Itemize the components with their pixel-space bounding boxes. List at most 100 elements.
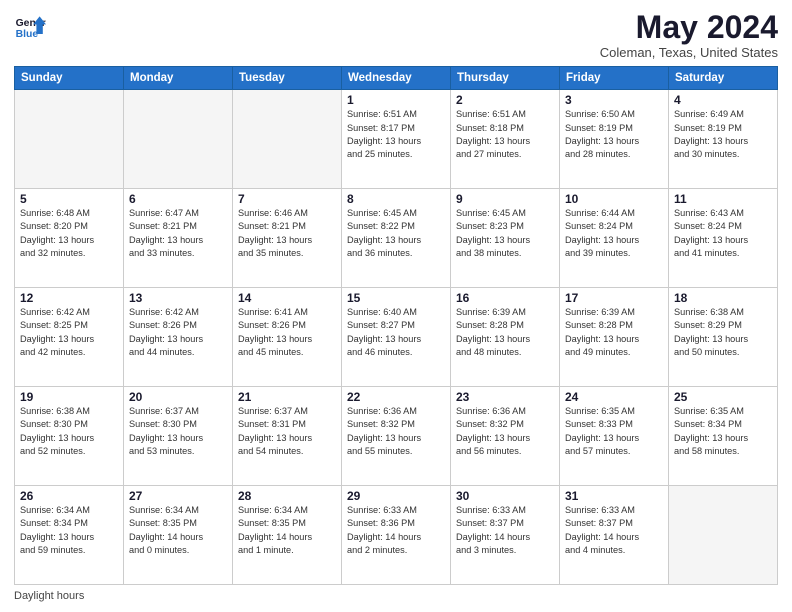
day-info: Sunrise: 6:41 AM Sunset: 8:26 PM Dayligh…	[238, 306, 336, 359]
day-info: Sunrise: 6:36 AM Sunset: 8:32 PM Dayligh…	[456, 405, 554, 458]
day-number: 9	[456, 192, 554, 206]
day-info: Sunrise: 6:45 AM Sunset: 8:23 PM Dayligh…	[456, 207, 554, 260]
day-info: Sunrise: 6:42 AM Sunset: 8:26 PM Dayligh…	[129, 306, 227, 359]
table-row: 10Sunrise: 6:44 AM Sunset: 8:24 PM Dayli…	[560, 189, 669, 288]
main-title: May 2024	[600, 10, 778, 45]
day-number: 4	[674, 93, 772, 107]
calendar-week-row: 26Sunrise: 6:34 AM Sunset: 8:34 PM Dayli…	[15, 486, 778, 585]
col-wednesday: Wednesday	[342, 67, 451, 90]
day-number: 1	[347, 93, 445, 107]
day-number: 19	[20, 390, 118, 404]
calendar-week-row: 12Sunrise: 6:42 AM Sunset: 8:25 PM Dayli…	[15, 288, 778, 387]
table-row: 23Sunrise: 6:36 AM Sunset: 8:32 PM Dayli…	[451, 387, 560, 486]
day-number: 17	[565, 291, 663, 305]
day-info: Sunrise: 6:33 AM Sunset: 8:37 PM Dayligh…	[565, 504, 663, 557]
table-row: 29Sunrise: 6:33 AM Sunset: 8:36 PM Dayli…	[342, 486, 451, 585]
table-row: 15Sunrise: 6:40 AM Sunset: 8:27 PM Dayli…	[342, 288, 451, 387]
table-row	[233, 90, 342, 189]
day-info: Sunrise: 6:37 AM Sunset: 8:30 PM Dayligh…	[129, 405, 227, 458]
day-info: Sunrise: 6:51 AM Sunset: 8:17 PM Dayligh…	[347, 108, 445, 161]
table-row: 22Sunrise: 6:36 AM Sunset: 8:32 PM Dayli…	[342, 387, 451, 486]
day-info: Sunrise: 6:47 AM Sunset: 8:21 PM Dayligh…	[129, 207, 227, 260]
table-row: 26Sunrise: 6:34 AM Sunset: 8:34 PM Dayli…	[15, 486, 124, 585]
day-info: Sunrise: 6:49 AM Sunset: 8:19 PM Dayligh…	[674, 108, 772, 161]
day-info: Sunrise: 6:39 AM Sunset: 8:28 PM Dayligh…	[565, 306, 663, 359]
day-info: Sunrise: 6:37 AM Sunset: 8:31 PM Dayligh…	[238, 405, 336, 458]
table-row: 5Sunrise: 6:48 AM Sunset: 8:20 PM Daylig…	[15, 189, 124, 288]
table-row: 30Sunrise: 6:33 AM Sunset: 8:37 PM Dayli…	[451, 486, 560, 585]
table-row: 7Sunrise: 6:46 AM Sunset: 8:21 PM Daylig…	[233, 189, 342, 288]
day-number: 2	[456, 93, 554, 107]
table-row: 14Sunrise: 6:41 AM Sunset: 8:26 PM Dayli…	[233, 288, 342, 387]
day-info: Sunrise: 6:45 AM Sunset: 8:22 PM Dayligh…	[347, 207, 445, 260]
col-sunday: Sunday	[15, 67, 124, 90]
col-thursday: Thursday	[451, 67, 560, 90]
table-row: 17Sunrise: 6:39 AM Sunset: 8:28 PM Dayli…	[560, 288, 669, 387]
calendar-week-row: 19Sunrise: 6:38 AM Sunset: 8:30 PM Dayli…	[15, 387, 778, 486]
day-number: 25	[674, 390, 772, 404]
table-row: 8Sunrise: 6:45 AM Sunset: 8:22 PM Daylig…	[342, 189, 451, 288]
day-info: Sunrise: 6:34 AM Sunset: 8:34 PM Dayligh…	[20, 504, 118, 557]
logo-icon: General Blue	[14, 10, 46, 42]
day-number: 21	[238, 390, 336, 404]
table-row: 3Sunrise: 6:50 AM Sunset: 8:19 PM Daylig…	[560, 90, 669, 189]
day-info: Sunrise: 6:33 AM Sunset: 8:36 PM Dayligh…	[347, 504, 445, 557]
day-number: 7	[238, 192, 336, 206]
col-monday: Monday	[124, 67, 233, 90]
day-info: Sunrise: 6:35 AM Sunset: 8:33 PM Dayligh…	[565, 405, 663, 458]
calendar-week-row: 5Sunrise: 6:48 AM Sunset: 8:20 PM Daylig…	[15, 189, 778, 288]
footer: Daylight hours	[14, 590, 778, 602]
day-number: 29	[347, 489, 445, 503]
day-number: 26	[20, 489, 118, 503]
day-number: 28	[238, 489, 336, 503]
table-row: 2Sunrise: 6:51 AM Sunset: 8:18 PM Daylig…	[451, 90, 560, 189]
title-block: May 2024 Coleman, Texas, United States	[600, 10, 778, 60]
day-info: Sunrise: 6:42 AM Sunset: 8:25 PM Dayligh…	[20, 306, 118, 359]
day-info: Sunrise: 6:43 AM Sunset: 8:24 PM Dayligh…	[674, 207, 772, 260]
calendar-table: Sunday Monday Tuesday Wednesday Thursday…	[14, 66, 778, 585]
col-tuesday: Tuesday	[233, 67, 342, 90]
table-row: 11Sunrise: 6:43 AM Sunset: 8:24 PM Dayli…	[669, 189, 778, 288]
table-row: 6Sunrise: 6:47 AM Sunset: 8:21 PM Daylig…	[124, 189, 233, 288]
table-row: 4Sunrise: 6:49 AM Sunset: 8:19 PM Daylig…	[669, 90, 778, 189]
footer-text: Daylight hours	[14, 590, 84, 602]
table-row	[124, 90, 233, 189]
day-info: Sunrise: 6:38 AM Sunset: 8:29 PM Dayligh…	[674, 306, 772, 359]
table-row: 31Sunrise: 6:33 AM Sunset: 8:37 PM Dayli…	[560, 486, 669, 585]
table-row: 18Sunrise: 6:38 AM Sunset: 8:29 PM Dayli…	[669, 288, 778, 387]
calendar-header-row: Sunday Monday Tuesday Wednesday Thursday…	[15, 67, 778, 90]
day-number: 5	[20, 192, 118, 206]
calendar-week-row: 1Sunrise: 6:51 AM Sunset: 8:17 PM Daylig…	[15, 90, 778, 189]
day-number: 20	[129, 390, 227, 404]
day-info: Sunrise: 6:38 AM Sunset: 8:30 PM Dayligh…	[20, 405, 118, 458]
day-info: Sunrise: 6:34 AM Sunset: 8:35 PM Dayligh…	[238, 504, 336, 557]
day-info: Sunrise: 6:33 AM Sunset: 8:37 PM Dayligh…	[456, 504, 554, 557]
day-info: Sunrise: 6:51 AM Sunset: 8:18 PM Dayligh…	[456, 108, 554, 161]
logo: General Blue	[14, 10, 46, 42]
day-info: Sunrise: 6:40 AM Sunset: 8:27 PM Dayligh…	[347, 306, 445, 359]
table-row: 28Sunrise: 6:34 AM Sunset: 8:35 PM Dayli…	[233, 486, 342, 585]
table-row	[669, 486, 778, 585]
subtitle: Coleman, Texas, United States	[600, 45, 778, 60]
day-info: Sunrise: 6:39 AM Sunset: 8:28 PM Dayligh…	[456, 306, 554, 359]
table-row: 12Sunrise: 6:42 AM Sunset: 8:25 PM Dayli…	[15, 288, 124, 387]
day-number: 3	[565, 93, 663, 107]
day-info: Sunrise: 6:46 AM Sunset: 8:21 PM Dayligh…	[238, 207, 336, 260]
day-info: Sunrise: 6:50 AM Sunset: 8:19 PM Dayligh…	[565, 108, 663, 161]
day-info: Sunrise: 6:48 AM Sunset: 8:20 PM Dayligh…	[20, 207, 118, 260]
day-number: 12	[20, 291, 118, 305]
day-number: 11	[674, 192, 772, 206]
page: General Blue May 2024 Coleman, Texas, Un…	[0, 0, 792, 612]
day-number: 31	[565, 489, 663, 503]
day-number: 10	[565, 192, 663, 206]
table-row: 19Sunrise: 6:38 AM Sunset: 8:30 PM Dayli…	[15, 387, 124, 486]
day-number: 6	[129, 192, 227, 206]
day-number: 15	[347, 291, 445, 305]
day-number: 22	[347, 390, 445, 404]
header: General Blue May 2024 Coleman, Texas, Un…	[14, 10, 778, 60]
day-info: Sunrise: 6:44 AM Sunset: 8:24 PM Dayligh…	[565, 207, 663, 260]
col-saturday: Saturday	[669, 67, 778, 90]
svg-text:Blue: Blue	[16, 29, 39, 40]
table-row: 16Sunrise: 6:39 AM Sunset: 8:28 PM Dayli…	[451, 288, 560, 387]
day-info: Sunrise: 6:36 AM Sunset: 8:32 PM Dayligh…	[347, 405, 445, 458]
